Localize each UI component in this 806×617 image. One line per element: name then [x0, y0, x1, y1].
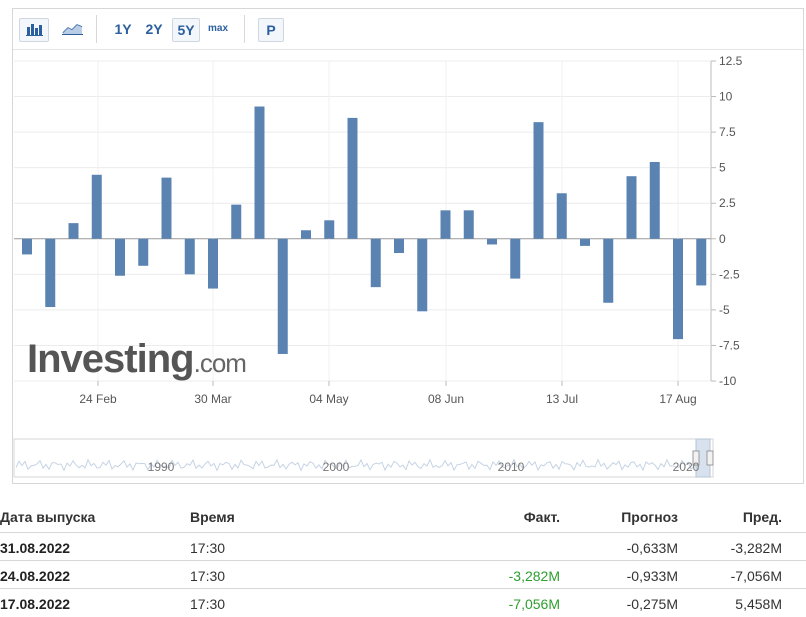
range-1y-button[interactable]: 1Y: [111, 18, 135, 42]
bar: [510, 238, 521, 279]
y-tick-label: -10: [719, 374, 737, 388]
header-actual[interactable]: Факт.: [524, 509, 560, 525]
bar-chart: 12.5 10 7.5 5 2.5 0 -2.5 -5 -7.5 -10 24 Feb 30 Mar…: [13, 54, 743, 478]
row-date: 17.08.2022: [0, 596, 71, 612]
bar: [626, 176, 637, 239]
table-header: Дата выпуска Время Факт. Прогноз Пред.: [0, 502, 806, 530]
bar: [556, 193, 567, 239]
bar: [487, 238, 497, 245]
row-previous: 5,458M: [735, 596, 782, 612]
p-button[interactable]: P: [258, 18, 284, 42]
bar: [184, 238, 195, 275]
bar: [301, 230, 311, 239]
range-max-button[interactable]: max: [206, 18, 230, 42]
x-tick-label: 17 Aug: [659, 392, 696, 406]
x-tick-label: 04 May: [309, 392, 348, 406]
bar: [603, 238, 614, 303]
toolbar-separator: [244, 15, 245, 43]
header-previous[interactable]: Пред.: [743, 509, 782, 525]
chart-panel: 1Y 2Y 5Y max P 12.5 10 7.5 5 2.5 0 -2.5 -5 -7.5 -…: [12, 8, 804, 484]
y-tick-label: 12.5: [719, 54, 743, 68]
bar: [440, 210, 451, 239]
y-tick-label: -5: [719, 303, 730, 317]
bar: [463, 210, 474, 239]
row-actual: -3,282M: [508, 568, 560, 584]
y-tick-label: 10: [719, 90, 733, 104]
navigator-label: 2020: [673, 460, 700, 474]
bar: [324, 220, 335, 239]
row-forecast: -0,275M: [626, 596, 678, 612]
bar: [580, 238, 590, 246]
row-actual: -7,056M: [508, 596, 560, 612]
bar-chart-icon[interactable]: [19, 18, 49, 42]
row-previous: -7,056M: [730, 568, 782, 584]
x-tick-label: 30 Mar: [194, 392, 231, 406]
bar: [91, 174, 102, 239]
row-time: 17:30: [190, 540, 226, 556]
table-row: 31.08.2022 17:30 -0,633M -3,282M: [0, 532, 806, 561]
row-forecast: -0,633M: [626, 540, 678, 556]
bar: [115, 238, 125, 276]
chart-toolbar: 1Y 2Y 5Y max P: [13, 9, 803, 50]
bar: [417, 238, 428, 312]
logo-text: Investing: [27, 337, 195, 381]
table-row: 17.08.2022 17:30 -7,056M -0,275M 5,458M: [0, 588, 806, 617]
bar: [649, 161, 660, 239]
bar: [277, 238, 288, 354]
y-tick-label: 0: [719, 232, 726, 246]
bar: [161, 177, 172, 239]
bar: [68, 223, 79, 239]
y-tick-label: -7.5: [719, 338, 740, 352]
range-2y-button[interactable]: 2Y: [142, 18, 166, 42]
bar: [45, 238, 56, 308]
navigator: [13, 438, 714, 478]
y-tick-label: -2.5: [719, 267, 740, 281]
bar: [370, 238, 381, 288]
navigator-label: 2010: [498, 460, 525, 474]
y-tick-label: 7.5: [719, 125, 736, 139]
y-tick-label: 5: [719, 161, 726, 175]
x-tick-label: 08 Jun: [428, 392, 464, 406]
row-previous: -3,282M: [730, 540, 782, 556]
bar: [347, 117, 358, 239]
row-forecast: -0,933M: [626, 568, 678, 584]
row-time: 17:30: [190, 596, 226, 612]
bar: [673, 238, 683, 340]
row-time: 17:30: [190, 568, 226, 584]
line-chart-icon[interactable]: [57, 18, 87, 42]
x-tick-label: 13 Jul: [546, 392, 578, 406]
bar: [696, 238, 707, 286]
table-row: 24.08.2022 17:30 -3,282M -0,933M -7,056M: [0, 560, 806, 589]
bar: [533, 122, 544, 239]
toolbar-separator: [96, 15, 97, 43]
x-tick-label: 24 Feb: [79, 392, 117, 406]
bar: [231, 204, 242, 239]
header-time[interactable]: Время: [190, 509, 235, 525]
navigator-label: 2000: [323, 460, 350, 474]
header-forecast[interactable]: Прогноз: [621, 509, 678, 525]
bar: [22, 238, 32, 255]
range-5y-button[interactable]: 5Y: [172, 18, 200, 42]
header-date[interactable]: Дата выпуска: [0, 509, 95, 525]
y-tick-label: 2.5: [719, 196, 736, 210]
row-date: 31.08.2022: [0, 540, 71, 556]
bar: [254, 106, 265, 239]
row-date: 24.08.2022: [0, 568, 71, 584]
navigator-handle-right: [706, 450, 714, 466]
logo-suffix: .com: [193, 348, 247, 378]
navigator-label: 1990: [148, 460, 175, 474]
investing-logo: Investing.com: [27, 337, 247, 382]
bar: [394, 238, 404, 253]
bar: [138, 238, 149, 266]
bar: [208, 238, 218, 289]
